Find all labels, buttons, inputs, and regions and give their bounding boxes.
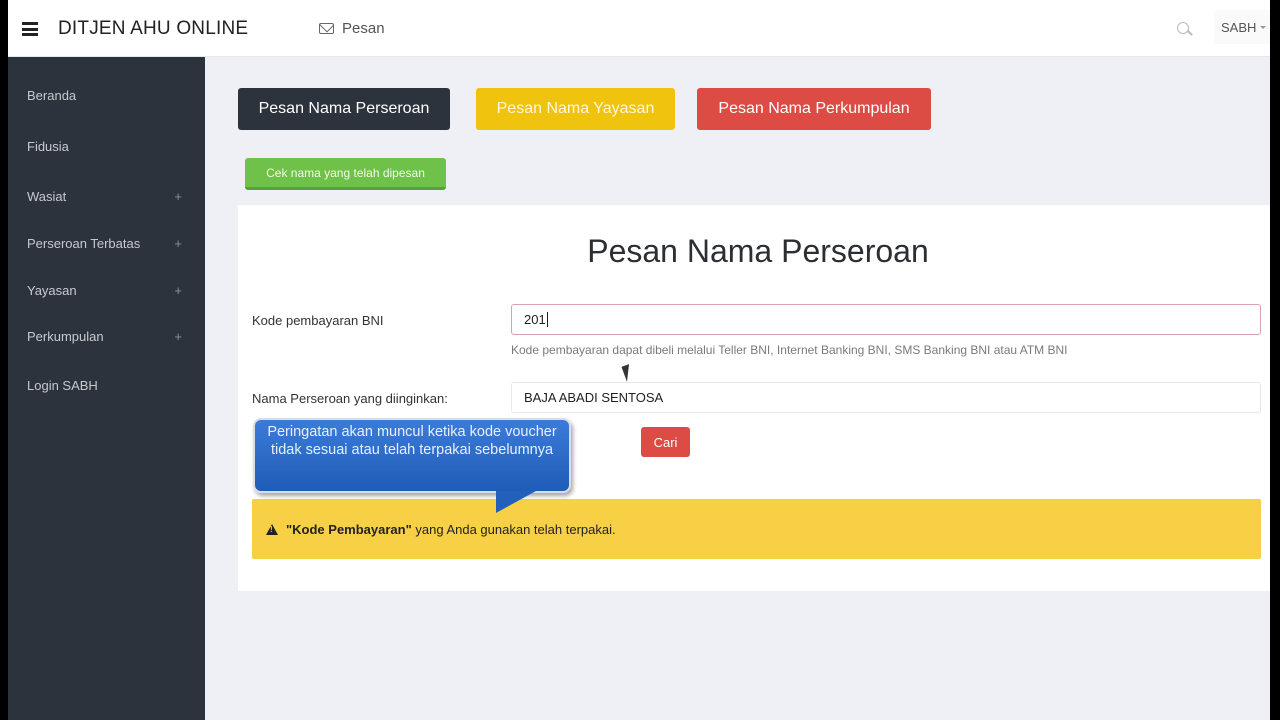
- user-menu-dropdown[interactable]: SABH: [1214, 10, 1270, 44]
- sidebar-item-wasiat[interactable]: Wasiat +: [8, 178, 205, 214]
- sidebar-item-label: Login SABH: [27, 377, 98, 393]
- nav-pesan-link[interactable]: Pesan: [313, 10, 391, 46]
- sidebar-item-label: Perkumpulan: [27, 328, 104, 344]
- cari-button[interactable]: Cari: [641, 427, 690, 457]
- plus-icon[interactable]: +: [174, 189, 182, 204]
- app-window: DITJEN AHU ONLINE Pesan SABH Beranda Fid…: [8, 0, 1270, 720]
- sidebar: Beranda Fidusia Wasiat + Perseroan Terba…: [8, 57, 205, 720]
- search-icon[interactable]: [1177, 22, 1189, 34]
- pesan-nama-perkumpulan-button[interactable]: Pesan Nama Perkumpulan: [697, 88, 931, 130]
- sidebar-item-yayasan[interactable]: Yayasan +: [8, 272, 205, 308]
- sidebar-item-label: Wasiat: [27, 188, 67, 204]
- alert-text: yang Anda gunakan telah terpakai.: [411, 521, 616, 537]
- plus-icon[interactable]: +: [174, 236, 182, 251]
- nama-perseroan-input[interactable]: BAJA ABADI SENTOSA: [511, 382, 1261, 413]
- brand-title: DITJEN AHU ONLINE: [58, 18, 249, 39]
- warning-icon: [266, 523, 278, 535]
- envelope-icon: [319, 22, 334, 34]
- sidebar-item-beranda[interactable]: Beranda: [8, 77, 205, 113]
- form-title: Pesan Nama Perseroan: [587, 233, 929, 269]
- alert-bold-text: "Kode Pembayaran": [286, 521, 412, 537]
- caret-down-icon: [1260, 25, 1267, 29]
- sidebar-item-label: Yayasan: [27, 282, 77, 298]
- alert-message: "Kode Pembayaran" yang Anda gunakan tela…: [286, 522, 616, 537]
- cek-nama-button[interactable]: Cek nama yang telah dipesan: [245, 158, 446, 190]
- kode-pembayaran-input[interactable]: 201: [511, 304, 1261, 335]
- kode-pembayaran-help: Kode pembayaran dapat dibeli melalui Tel…: [511, 343, 1068, 357]
- callout-pointer: [496, 491, 536, 513]
- sidebar-item-perkumpulan[interactable]: Perkumpulan +: [8, 318, 205, 354]
- plus-icon[interactable]: +: [174, 329, 182, 344]
- hamburger-icon[interactable]: [22, 22, 38, 36]
- plus-icon[interactable]: +: [174, 283, 182, 298]
- sidebar-item-fidusia[interactable]: Fidusia: [8, 128, 205, 164]
- sidebar-item-label: Beranda: [27, 87, 77, 103]
- user-menu-label: SABH: [1221, 19, 1257, 35]
- kode-pembayaran-value: 201: [524, 312, 546, 327]
- sidebar-item-login-sabh[interactable]: Login SABH: [8, 367, 205, 403]
- sidebar-item-perseroan-terbatas[interactable]: Perseroan Terbatas +: [8, 225, 205, 261]
- nav-pesan-label: Pesan: [342, 19, 385, 37]
- text-caret: [546, 312, 548, 327]
- kode-pembayaran-label: Kode pembayaran BNI: [252, 313, 384, 328]
- sidebar-item-label: Fidusia: [27, 138, 69, 154]
- pesan-nama-yayasan-button[interactable]: Pesan Nama Yayasan: [476, 88, 675, 130]
- nama-perseroan-value: BAJA ABADI SENTOSA: [524, 390, 664, 405]
- nama-perseroan-label: Nama Perseroan yang diinginkan:: [252, 391, 448, 406]
- top-navbar: DITJEN AHU ONLINE Pesan SABH: [8, 0, 1270, 57]
- annotation-callout: Peringatan akan muncul ketika kode vouch…: [253, 418, 571, 493]
- sidebar-item-label: Perseroan Terbatas: [27, 235, 141, 251]
- warning-alert: "Kode Pembayaran" yang Anda gunakan tela…: [252, 499, 1261, 559]
- pesan-nama-perseroan-button[interactable]: Pesan Nama Perseroan: [238, 88, 450, 130]
